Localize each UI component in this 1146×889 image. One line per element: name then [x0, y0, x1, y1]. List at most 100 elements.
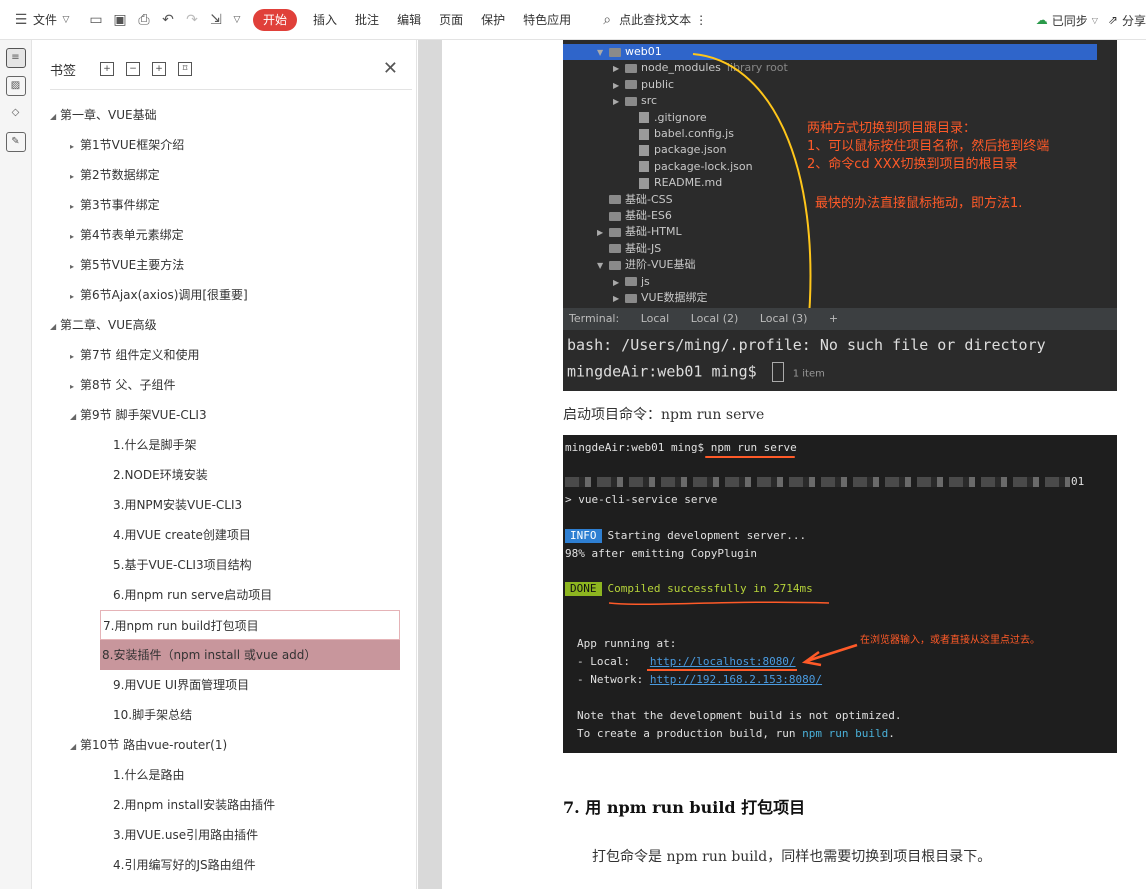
expanded-arrow-icon[interactable]: ◢ [70, 402, 80, 432]
collapsed-arrow-icon[interactable]: ▸ [70, 192, 80, 222]
bookmark-label: 9.用VUE UI界面管理项目 [113, 678, 250, 692]
collapsed-arrow-icon[interactable]: ▸ [70, 132, 80, 162]
bookmark-item[interactable]: 3.用NPM安装VUE-CLI3 [32, 490, 402, 520]
bookmark-item[interactable]: ▸ 第6节Ajax(axios)调用[很重要] [32, 280, 402, 310]
tab-start[interactable]: 开始 [253, 8, 298, 31]
bookmark-item[interactable]: ▸ 第5节VUE主要方法 [32, 250, 402, 280]
terminal-command: npm run serve [710, 441, 797, 454]
export-icon[interactable]: ⇲ [207, 11, 225, 29]
command-underline [705, 456, 795, 458]
bookmark-item[interactable]: 1.什么是路由 [32, 760, 402, 790]
collapsed-arrow-icon[interactable]: ▸ [70, 162, 80, 192]
share-icon[interactable]: ⇗ [1108, 13, 1118, 27]
save-icon[interactable]: ▣ [111, 11, 129, 29]
more-chevron-icon[interactable]: ▽ [231, 11, 243, 29]
terminal-line: - Network: http://192.168.2.153:8080/ [577, 673, 822, 687]
done-text: Compiled successfully in 2714ms [607, 582, 813, 595]
serve-caption: 启动项目命令：npm run serve [563, 407, 765, 423]
tab-insert[interactable]: 插入 [304, 0, 346, 40]
collapsed-arrow-icon[interactable]: ▸ [70, 372, 80, 402]
expanded-arrow-icon[interactable]: ◢ [50, 102, 60, 132]
file-menu[interactable]: ☰ 文件 ▽ [0, 0, 84, 40]
bookmark-item[interactable]: ◢ 第二章、VUE高级 [32, 310, 402, 340]
bookmark-label: 2.NODE环境安装 [113, 468, 208, 482]
share-label[interactable]: 分享 [1122, 12, 1146, 29]
terminal-line: 98% after emitting CopyPlugin [565, 547, 758, 560]
terminal-line: - Local: http://localhost:8080/ [577, 655, 796, 669]
add-bookmark-icon[interactable]: + [152, 62, 167, 76]
bookmark-item[interactable]: ▸ 第2节数据绑定 [32, 160, 402, 190]
bookmark-item[interactable]: 4.用VUE create创建项目 [32, 520, 402, 550]
bookmark-item[interactable]: ▸ 第4节表单元素绑定 [32, 220, 402, 250]
bookmark-item[interactable]: ◢ 第9节 脚手架VUE-CLI3 [32, 400, 402, 430]
bookmark-item[interactable]: ▸ 第8节 父、子组件 [32, 370, 402, 400]
header-divider [50, 89, 412, 90]
bookmark-item[interactable]: 7.用npm run build打包项目 [100, 610, 400, 640]
bookmark-item[interactable]: 5.基于VUE-CLI3项目结构 [32, 550, 402, 580]
bookmark-item[interactable]: ◢ 第一章、VUE基础 [32, 100, 402, 130]
sync-area: ☁ 已同步 ▽ ⇗ 分享 [1036, 0, 1146, 40]
bookmark-label: 第10节 路由vue-router(1) [80, 738, 228, 752]
bookmark-item[interactable]: 6.用npm run serve启动项目 [32, 580, 402, 610]
tab-features[interactable]: 特色应用 [514, 0, 580, 40]
bookmark-panel-icon[interactable]: ≡ [5, 48, 26, 68]
left-icon-bar: ≡ ▨ ◇ ✎ [0, 40, 32, 889]
info-text: Starting development server... [607, 529, 807, 542]
redo-icon[interactable]: ↷ [183, 11, 201, 29]
bookmark-item[interactable]: 8.安装插件（npm install 或vue add） [100, 640, 400, 670]
expand-all-icon[interactable]: + [100, 62, 115, 76]
bookmark-tree: ◢ 第一章、VUE基础 ▸ 第1节VUE框架介绍 ▸ 第2节数据绑定 ▸ 第3节事件绑定 ▸ 第4… [32, 100, 402, 880]
tab-page[interactable]: 页面 [430, 0, 472, 40]
undo-icon[interactable]: ↶ [159, 11, 177, 29]
open-folder-icon[interactable]: ▭ [87, 11, 105, 29]
tab-comment[interactable]: 批注 [346, 0, 388, 40]
thumbnail-icon[interactable]: ▨ [5, 76, 26, 96]
bookmark-label: 第6节Ajax(axios)调用[很重要] [80, 288, 248, 302]
local-url-link[interactable]: http://localhost:8080/ [650, 655, 796, 668]
bookmark-item[interactable]: 1.什么是脚手架 [32, 430, 402, 460]
collapsed-arrow-icon[interactable]: ▸ [70, 342, 80, 372]
print-icon[interactable]: ⎙ [135, 11, 153, 29]
bookmark-item[interactable]: ▸ 第3节事件绑定 [32, 190, 402, 220]
bookmark-icon[interactable]: ⌑ [178, 62, 193, 76]
search-box[interactable]: ⌕ 点此查找文本 ⋮ [586, 0, 716, 40]
collapse-all-icon[interactable]: − [126, 62, 141, 76]
bookmark-item[interactable]: 4.引用编写好的JS路由组件 [32, 850, 402, 880]
bookmark-item[interactable]: ◢ 第10节 路由vue-router(1) [32, 730, 402, 760]
terminal-prompt: mingdeAir:web01 ming$ [567, 362, 757, 381]
bookmark-item[interactable]: 2.用npm install安装路由插件 [32, 790, 402, 820]
tab-protect[interactable]: 保护 [472, 0, 514, 40]
collapsed-arrow-icon[interactable]: ▸ [70, 252, 80, 282]
terminal-line: Note that the development build is not o… [577, 709, 902, 722]
expanded-arrow-icon[interactable]: ◢ [50, 312, 60, 342]
bookmark-label: 1.什么是路由 [113, 768, 185, 782]
bookmark-item[interactable]: ▸ 第1节VUE框架介绍 [32, 130, 402, 160]
note-text: To create a production build, run [577, 727, 803, 740]
terminal-tab: Local (2) [690, 312, 739, 325]
top-toolbar: ☰ 文件 ▽ ▭ ▣ ⎙ ↶ ↷ ⇲ ▽ 开始 插入 批注 编辑 页面 保护 特… [0, 0, 1146, 40]
bookmark-item[interactable]: 10.脚手架总结 [32, 700, 402, 730]
bookmark-label: 8.安装插件（npm install 或vue add） [102, 648, 317, 662]
annotation-icon[interactable]: ◇ [6, 104, 26, 124]
expanded-arrow-icon[interactable]: ◢ [70, 732, 80, 762]
bookmark-item[interactable]: 9.用VUE UI界面管理项目 [32, 670, 402, 700]
info-badge: INFO [565, 529, 602, 543]
sync-chevron-icon[interactable]: ▽ [1092, 16, 1098, 25]
sync-status[interactable]: 已同步 [1052, 12, 1088, 29]
bookmark-label: 第4节表单元素绑定 [80, 228, 184, 242]
close-icon[interactable]: ✕ [383, 58, 398, 79]
collapsed-arrow-icon[interactable]: ▸ [70, 222, 80, 252]
more-vertical-icon[interactable]: ⋮ [695, 13, 707, 27]
tab-edit[interactable]: 编辑 [388, 0, 430, 40]
bookmark-item[interactable]: ▸ 第7节 组件定义和使用 [32, 340, 402, 370]
terminal-line: INFO Starting development server... [565, 529, 806, 543]
bookmark-item[interactable]: 2.NODE环境安装 [32, 460, 402, 490]
chevron-down-icon: ▽ [62, 14, 70, 25]
bookmark-label: 第一章、VUE基础 [60, 108, 157, 122]
collapsed-arrow-icon[interactable]: ▸ [70, 282, 80, 312]
local-url-underline [647, 669, 797, 671]
signature-icon[interactable]: ✎ [5, 132, 26, 152]
bookmark-label: 4.引用编写好的JS路由组件 [113, 858, 256, 872]
network-url-link[interactable]: http://192.168.2.153:8080/ [650, 673, 822, 686]
bookmark-item[interactable]: 3.用VUE.use引用路由插件 [32, 820, 402, 850]
